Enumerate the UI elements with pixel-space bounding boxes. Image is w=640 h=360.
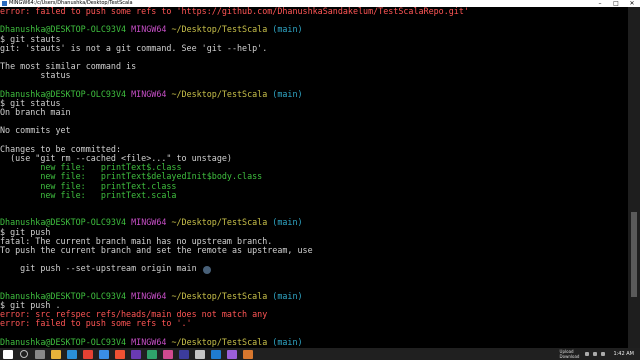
terminal-line: git: 'stauts' is not a git command. See … <box>0 42 628 53</box>
terminal-text: Dhanushka@DESKTOP-OLC93V4 <box>0 336 132 347</box>
app-icon-8[interactable] <box>243 349 253 359</box>
terminal-line: Dhanushka@DESKTOP-OLC93V4 MINGW64 ~/Desk… <box>0 218 628 227</box>
terminal-text: (main) <box>272 24 303 35</box>
taskbar: Upload Download 1:42 AM <box>0 348 640 360</box>
git-bash-icon[interactable] <box>115 349 125 359</box>
explorer-icon[interactable] <box>51 349 61 359</box>
terminal-text: error: failed to push some refs to '.' <box>0 318 192 329</box>
windows-start-icon[interactable] <box>3 349 13 359</box>
app-icon-6[interactable] <box>211 349 221 359</box>
minimize-button[interactable]: – <box>592 0 608 7</box>
download-label: Download <box>559 354 580 359</box>
scrollbar-thumb[interactable] <box>631 211 637 297</box>
terminal-text: error: failed to push some refs to 'http… <box>0 7 469 16</box>
clock[interactable]: 1:42 AM <box>613 351 634 357</box>
maximize-button[interactable]: □ <box>608 0 624 7</box>
terminal-text: (main) <box>272 290 303 301</box>
close-button[interactable]: ✕ <box>624 0 640 7</box>
terminal-line: On branch main <box>0 107 628 118</box>
terminal-line: Dhanushka@DESKTOP-OLC93V4 MINGW64 ~/Desk… <box>0 25 628 34</box>
window-controls: – □ ✕ <box>592 0 640 7</box>
terminal-text: No commits yet <box>0 125 71 136</box>
terminal-text: (main) <box>272 336 303 347</box>
terminal-text: MINGW64 <box>131 290 172 301</box>
terminal-line: Dhanushka@DESKTOP-OLC93V4 MINGW64 ~/Desk… <box>0 88 628 99</box>
wifi-icon[interactable] <box>593 352 598 356</box>
terminal-line: To push the current branch and set the r… <box>0 244 628 255</box>
terminal-text: ~/Desktop/TestScala <box>171 336 273 347</box>
window-title: MINGW64:/c/Users/Dhanushka/Desktop/TestS… <box>9 0 133 6</box>
terminal-text: ~/Desktop/TestScala <box>171 290 273 301</box>
network-speed: Upload Download <box>560 349 584 359</box>
app-icon-7[interactable] <box>227 349 237 359</box>
terminal-text: git push --set-upstream origin main <box>0 263 197 274</box>
search-icon[interactable] <box>20 350 28 358</box>
terminal-text: ~/Desktop/TestScala <box>171 88 273 99</box>
terminal-line: $ git status <box>0 98 628 108</box>
mingw-app-icon <box>2 1 7 6</box>
app-icon-1[interactable] <box>131 349 141 359</box>
tray-chevron-icon[interactable] <box>585 352 590 356</box>
terminal-text: MINGW64 <box>131 24 172 35</box>
terminal-scrollbar[interactable] <box>628 7 640 348</box>
terminal-line: The most similar command is <box>0 62 628 71</box>
app-icon-4[interactable] <box>179 349 189 359</box>
terminal-line: Dhanushka@DESKTOP-OLC93V4 MINGW64 ~/Desk… <box>0 336 628 347</box>
terminal-line: Dhanushka@DESKTOP-OLC93V4 MINGW64 ~/Desk… <box>0 290 628 301</box>
terminal-text: MINGW64 <box>131 88 172 99</box>
app-icon-5[interactable] <box>195 349 205 359</box>
terminal-line: error: failed to push some refs to 'http… <box>0 7 628 16</box>
terminal-output[interactable]: error: failed to push some refs to 'http… <box>0 7 628 348</box>
task-view-icon[interactable] <box>35 349 45 359</box>
terminal-text: ~/Desktop/TestScala <box>171 217 273 228</box>
terminal-text: MINGW64 <box>131 336 172 347</box>
terminal-text: (main) <box>272 217 303 228</box>
terminal-text: ~/Desktop/TestScala <box>171 24 273 35</box>
volume-icon[interactable] <box>601 352 606 356</box>
vscode-icon[interactable] <box>99 349 109 359</box>
terminal-line: status <box>0 71 628 80</box>
terminal-text: MINGW64 <box>131 217 172 228</box>
edge-icon[interactable] <box>67 349 77 359</box>
system-tray: Upload Download 1:42 AM <box>560 348 640 360</box>
terminal-text: new file: printText.scala <box>0 189 177 200</box>
terminal-text: status <box>0 70 71 81</box>
app-icon-3[interactable] <box>163 349 173 359</box>
taskbar-icons <box>0 349 256 359</box>
terminal-text: On branch main <box>0 107 71 118</box>
terminal-text: git: 'stauts' is not a git command. See … <box>0 42 268 53</box>
terminal-text: (main) <box>272 88 303 99</box>
window-titlebar[interactable]: MINGW64:/c/Users/Dhanushka/Desktop/TestS… <box>0 0 640 7</box>
mouse-cursor-indicator <box>203 266 211 274</box>
terminal-line: error: failed to push some refs to '.' <box>0 319 628 328</box>
chrome-icon[interactable] <box>83 349 93 359</box>
terminal-text: To push the current branch and set the r… <box>0 244 313 255</box>
terminal-line: new file: printText.scala <box>0 189 628 200</box>
terminal-line: No commits yet <box>0 126 628 135</box>
terminal-line: git push --set-upstream origin main <box>0 264 628 273</box>
app-icon-2[interactable] <box>147 349 157 359</box>
